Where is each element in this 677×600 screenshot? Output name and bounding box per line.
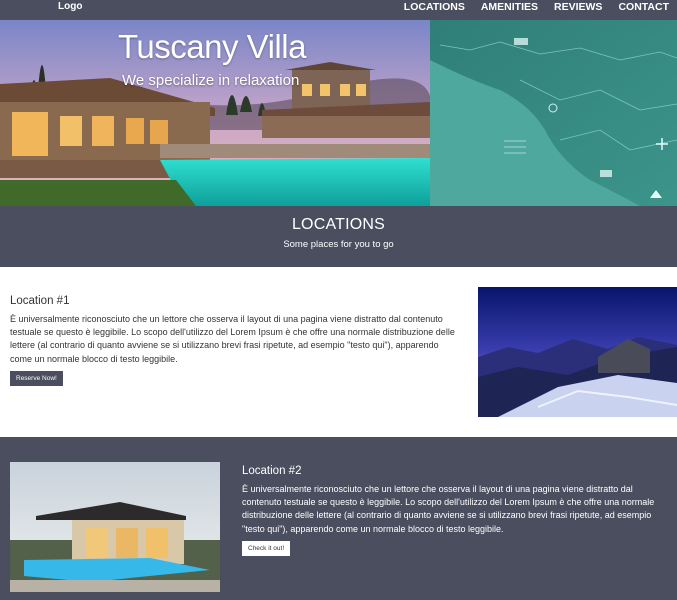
location-2-image [10, 462, 220, 592]
location-2-description: È universalmente riconosciuto che un let… [242, 484, 655, 534]
logo[interactable]: Logo [58, 1, 82, 12]
hero-subtitle: We specialize in relaxation [122, 72, 300, 89]
nav-link-reviews[interactable]: REVIEWS [546, 0, 610, 20]
locations-header: LOCATIONS Some places for you to go [0, 206, 677, 267]
top-navbar: Logo LOCATIONS AMENITIES REVIEWS CONTACT [0, 0, 677, 20]
nav-link-contact[interactable]: CONTACT [610, 0, 677, 20]
location-card-2: Location #2 È universalmente riconosciut… [0, 437, 677, 600]
location-2-text: Location #2 È universalmente riconosciut… [242, 465, 667, 556]
hero-banner: Tuscany Villa We specialize in relaxatio… [0, 20, 677, 206]
nav-menu: LOCATIONS AMENITIES REVIEWS CONTACT [396, 0, 677, 20]
hero-image [0, 20, 677, 206]
menu-icon[interactable] [504, 140, 526, 156]
hero-title: Tuscany Villa [118, 28, 306, 65]
location-1-description: È universalmente riconosciuto che un let… [10, 314, 455, 364]
check-it-out-button[interactable]: Check it out! [242, 540, 291, 556]
locations-subtitle: Some places for you to go [283, 239, 394, 250]
location-1-image [478, 287, 677, 417]
location-card-1: Location #1 È universalmente riconosciut… [0, 267, 677, 437]
location-2-title: Location #2 [242, 465, 302, 477]
nav-link-amenities[interactable]: AMENITIES [473, 0, 546, 20]
location-1-text: Location #1 È universalmente riconosciut… [10, 295, 460, 386]
reserve-now-button[interactable]: Reserve Now! [10, 370, 63, 386]
locations-title: LOCATIONS [291, 216, 386, 233]
location-1-title: Location #1 [10, 295, 70, 307]
nav-link-locations[interactable]: LOCATIONS [396, 0, 473, 20]
